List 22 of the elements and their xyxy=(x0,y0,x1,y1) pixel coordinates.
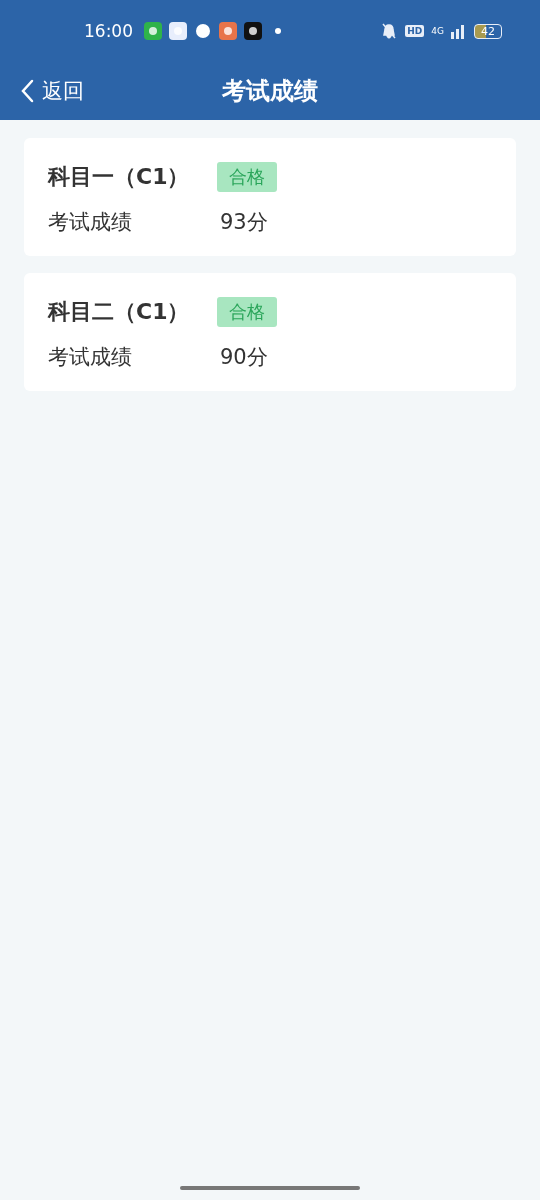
app-icon xyxy=(244,22,262,40)
score-value: 90分 xyxy=(220,344,268,371)
back-button[interactable]: 返回 xyxy=(16,62,88,120)
app-icon xyxy=(169,22,187,40)
app-icon xyxy=(144,22,162,40)
app-icon xyxy=(194,22,212,40)
subject-name: 科目二（C1） xyxy=(48,298,190,326)
signal-icon xyxy=(451,23,467,39)
page-title: 考试成绩 xyxy=(222,76,318,107)
notification-dot xyxy=(275,28,281,34)
network-type: 4G xyxy=(431,26,444,36)
app-icon xyxy=(219,22,237,40)
status-badge: 合格 xyxy=(217,162,278,192)
hd-indicator: HD xyxy=(405,25,425,37)
chevron-left-icon xyxy=(20,79,34,103)
status-badge: 合格 xyxy=(217,297,278,327)
subject-name: 科目一（C1） xyxy=(48,163,190,191)
status-time: 16:00 xyxy=(84,21,133,41)
score-value: 93分 xyxy=(220,209,268,236)
score-label: 考试成绩 xyxy=(48,209,133,236)
score-label: 考试成绩 xyxy=(48,344,133,371)
muted-bell-icon xyxy=(380,22,399,40)
